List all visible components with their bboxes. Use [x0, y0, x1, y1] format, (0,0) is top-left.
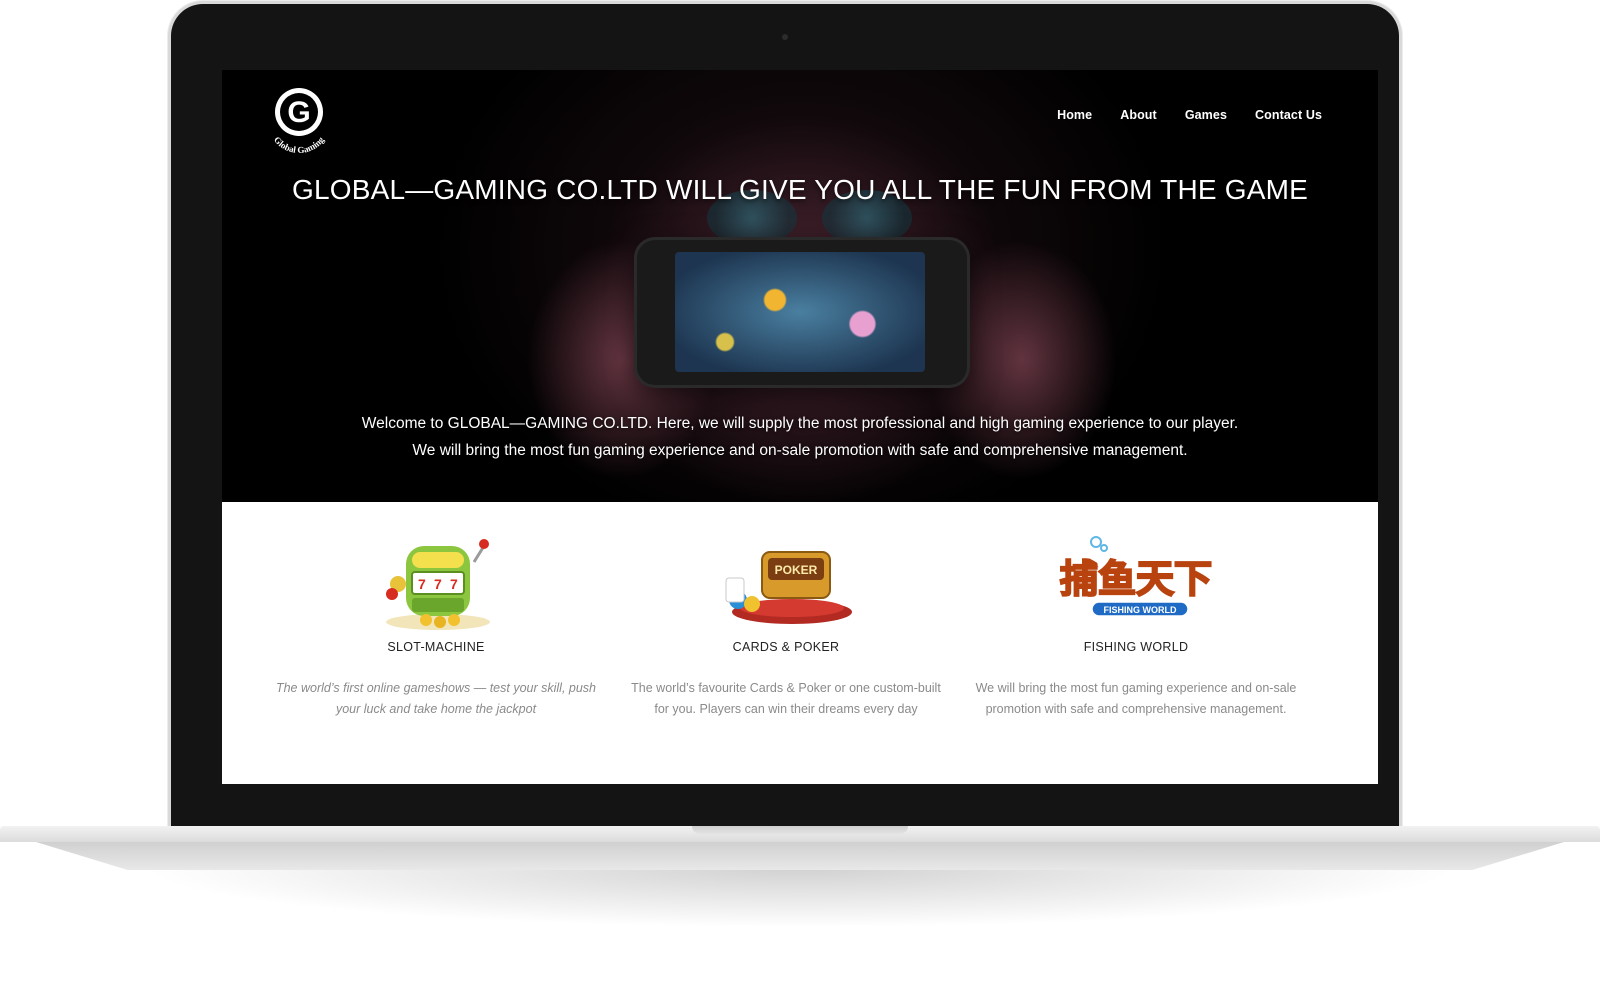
svg-text:G: G [287, 96, 310, 129]
svg-text:7: 7 [450, 576, 458, 592]
feature-slot-machine[interactable]: 7 7 7 SLOT-MACHINE The world’s first onl… [266, 532, 606, 720]
hero-banner: G Global Gaming Home About Games Contact… [222, 70, 1378, 502]
svg-text:7: 7 [434, 576, 442, 592]
top-nav: Home About Games Contact Us [1057, 108, 1322, 122]
feature-description: The world’s favourite Cards & Poker or o… [631, 681, 941, 716]
feature-title: FISHING WORLD [1083, 640, 1189, 654]
poker-icon: POKER [696, 532, 876, 632]
svg-text:Global Gaming: Global Gaming [272, 134, 326, 154]
camera-icon [782, 34, 788, 40]
feature-title: CARDS & POKER [732, 640, 840, 654]
nav-about[interactable]: About [1120, 108, 1157, 122]
feature-fishing-world[interactable]: 捕鱼天下 FISHING WORLD FISHING WORLD We will… [966, 532, 1306, 720]
nav-home[interactable]: Home [1057, 108, 1092, 122]
hero-title: GLOBAL—GAMING CO.LTD WILL GIVE YOU ALL T… [291, 174, 1309, 205]
svg-text:7: 7 [418, 576, 426, 592]
feature-description: We will bring the most fun gaming experi… [975, 681, 1297, 716]
fishing-world-logo: 捕鱼天下 FISHING WORLD [1046, 532, 1226, 632]
feature-cards-poker[interactable]: POKER CARDS & POKER The world’s favourit… [616, 532, 956, 720]
slot-machine-icon: 7 7 7 [346, 532, 526, 632]
svg-text:FISHING WORLD: FISHING WORLD [1104, 605, 1177, 615]
feature-description: The world’s first online gameshows — tes… [275, 681, 597, 716]
hero-description: Welcome to GLOBAL—GAMING CO.LTD. Here, w… [222, 410, 1378, 464]
game-features: 7 7 7 SLOT-MACHINE The world’s first onl… [222, 502, 1378, 784]
laptop-base [0, 826, 1600, 886]
hero-line-1: Welcome to GLOBAL—GAMING CO.LTD. Here, w… [361, 415, 1239, 432]
svg-text:POKER: POKER [775, 563, 818, 577]
laptop-notch [692, 826, 908, 834]
website-screen: G Global Gaming Home About Games Contact… [222, 70, 1378, 784]
fishing-game-screenshot [675, 252, 925, 372]
nav-games[interactable]: Games [1185, 108, 1227, 122]
phone-image [637, 240, 967, 385]
svg-text:捕鱼天下: 捕鱼天下 [1060, 557, 1212, 601]
nav-contact-us[interactable]: Contact Us [1255, 108, 1322, 122]
hero-line-2: We will bring the most fun gaming experi… [412, 442, 1188, 459]
feature-title: SLOT-MACHINE [387, 640, 485, 654]
global-gaming-logo[interactable]: G Global Gaming [260, 82, 338, 154]
